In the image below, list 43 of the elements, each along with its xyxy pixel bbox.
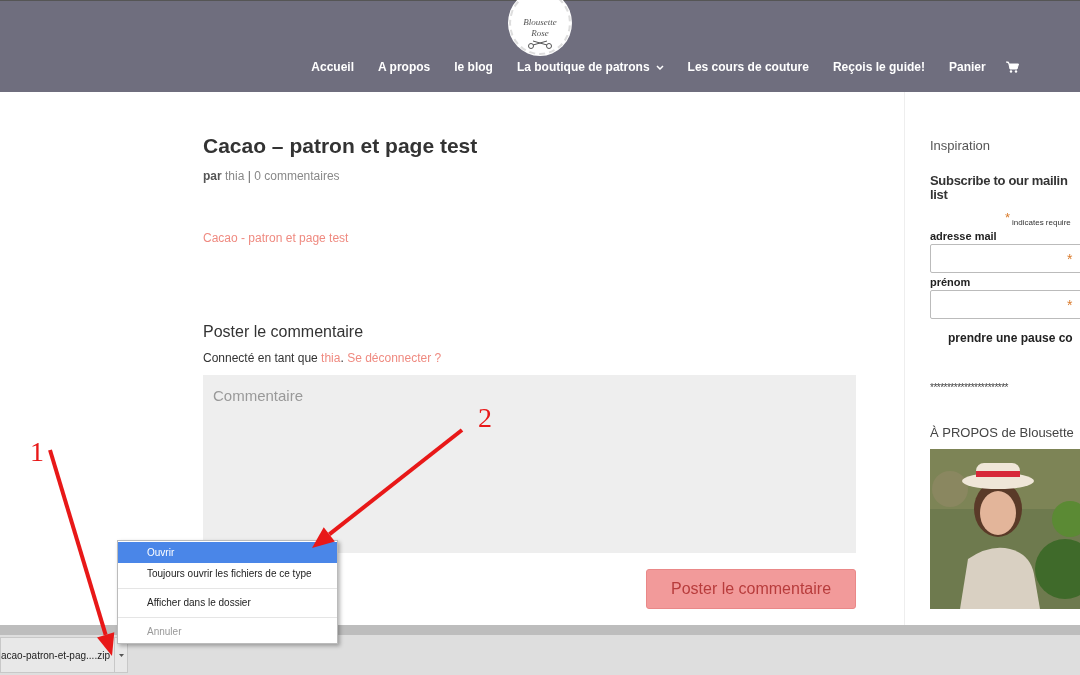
widget-title: À PROPOS de Blousette <box>930 425 1074 440</box>
option-label: prendre une pause co <box>948 331 1073 345</box>
input-field[interactable]: * <box>930 244 1080 273</box>
nav-link[interactable]: Reçois le guide! <box>832 60 925 74</box>
nav-link[interactable]: le blog <box>454 60 493 74</box>
logged-in-text: Connecté en tant que thia. Se déconnecter ? <box>203 351 442 365</box>
widget-title: Subscribe to our mailin list <box>930 174 1069 202</box>
required-mark: * <box>1067 296 1073 313</box>
cart-icon[interactable] <box>1005 61 1019 73</box>
logo-text: Rose <box>531 28 549 39</box>
scissors-icon <box>527 39 553 49</box>
nav-link[interactable]: Les cours de couture <box>687 60 809 74</box>
field-label: prénom <box>930 276 971 288</box>
nav-link[interactable]: A propos <box>378 60 431 74</box>
menu-item[interactable]: Ouvrir <box>118 542 337 563</box>
download-item[interactable]: acao-patron-et-pag....zip <box>0 637 128 673</box>
input-field[interactable]: * <box>930 290 1080 319</box>
menu-item[interactable]: Afficher dans le dossier <box>118 588 337 613</box>
file-name: acao-patron-et-pag....zip <box>1 649 111 661</box>
widget-title: Inspiration <box>930 138 990 153</box>
attachment-link[interactable]: Cacao - patron et page test <box>203 231 349 245</box>
field-label: adresse mail <box>930 230 997 242</box>
required-note: indicates require <box>1012 218 1071 227</box>
logout-link[interactable]: Se déconnecter ? <box>347 351 442 365</box>
nav-link[interactable]: Panier <box>949 60 986 74</box>
annotation-number: 2 <box>478 404 492 432</box>
logo-text: Blousette <box>523 17 557 28</box>
post-title: Cacao – patron et page test <box>203 134 478 158</box>
annotation-number: 1 <box>30 438 44 466</box>
author-link[interactable]: thia <box>225 169 245 183</box>
separator-text: *********************** <box>930 382 1008 393</box>
post-meta: par thia | 0 commentaires <box>203 169 340 183</box>
section-heading: Poster le commentaire <box>203 323 364 341</box>
submit-button[interactable]: Poster le commentaire <box>646 569 856 609</box>
menu-item[interactable]: Toujours ouvrir les fichiers de ce type <box>118 563 337 584</box>
required-mark: * <box>1067 250 1073 267</box>
comments-link[interactable]: 0 commentaires <box>254 169 340 183</box>
logo[interactable]: Blousette Rose <box>509 0 571 55</box>
caret-icon <box>118 653 124 657</box>
nav-link[interactable]: La boutique de patrons <box>516 60 664 74</box>
chevron-down-icon <box>655 64 664 70</box>
required-mark: * <box>1005 210 1011 225</box>
nav-link[interactable]: Accueil <box>311 60 354 74</box>
